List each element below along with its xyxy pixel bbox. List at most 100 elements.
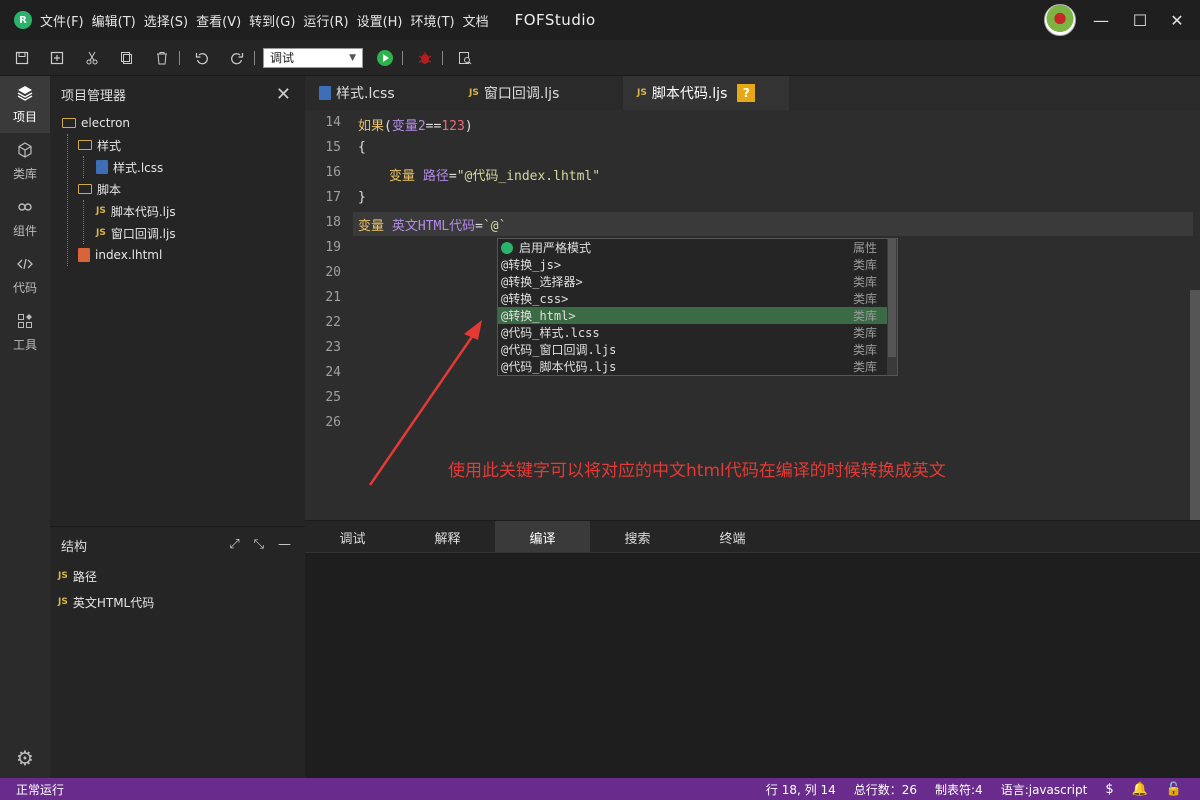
autocomplete-item[interactable]: @转换_选择器> 类库 [498,273,897,290]
tree-folder-style[interactable]: 样式 [50,134,305,156]
autocomplete-label: @转换_html> [501,309,576,323]
tree-label: 样式 [97,138,122,153]
help-badge[interactable]: ? [737,84,756,102]
js-file-icon: JS [96,206,106,216]
save-icon[interactable] [9,45,35,71]
run-config-select[interactable]: 调试 ▼ [263,47,363,68]
menu-docs[interactable]: 文档 [459,11,493,30]
structure-panel: 结构 ⤢ ⤡ — JS 路径 JS 英文HTML代码 [50,526,305,778]
autocomplete-kind: 类库 [852,326,877,340]
play-icon [377,49,393,66]
menu-run[interactable]: 运行(R) [299,11,352,30]
operator: = [448,169,457,184]
variable: 英文HTML代码 [391,219,476,234]
menu-select[interactable]: 选择(S) [140,11,192,30]
tree-file-window-callback-ljs[interactable]: JS 窗口回调.ljs [50,222,305,244]
structure-item-label: 路径 [72,569,97,584]
autocomplete-item-selected[interactable]: @转换_html> 类库 [498,307,897,324]
autocomplete-item[interactable]: @代码_脚本代码.ljs 类库 [498,358,897,375]
activity-library[interactable]: 类库 [0,133,50,190]
cut-icon[interactable] [79,45,105,71]
tab-size[interactable]: 制表符:4 [935,781,983,798]
structure-item[interactable]: JS 英文HTML代码 [50,589,305,615]
tree-folder-script[interactable]: 脚本 [50,178,305,200]
structure-item[interactable]: JS 路径 [50,563,305,589]
scrollbar-thumb[interactable] [888,239,896,357]
editor-scrollbar[interactable] [1190,290,1200,520]
tab-terminal[interactable]: 终端 [685,521,780,553]
close-button[interactable]: ✕ [1154,0,1200,40]
tab-debug[interactable]: 调试 [305,521,400,553]
autocomplete-scrollbar[interactable] [887,239,897,375]
activity-components[interactable]: 组件 [0,190,50,247]
menu-view[interactable]: 查看(V) [192,11,245,30]
debug-icon[interactable] [412,45,438,71]
close-icon[interactable]: ✕ [276,84,291,105]
tree-guide [67,134,68,266]
language-mode[interactable]: 语言:javascript [1001,781,1088,798]
run-button[interactable] [372,45,398,71]
cursor-position[interactable]: 行 18, 列 14 [766,781,836,798]
menu-goto[interactable]: 转到(G) [245,11,299,30]
bell-icon[interactable]: 🔔 [1132,782,1148,797]
folder-open-icon [78,140,92,150]
menu-settings[interactable]: 设置(H) [353,11,407,30]
structure-item-label: 英文HTML代码 [72,595,155,610]
gear-icon[interactable]: ⚙ [0,746,50,770]
js-file-icon: JS [58,571,68,581]
tab-style-lcss[interactable]: 样式.lcss [305,76,455,110]
menu-edit[interactable]: 编辑(T) [88,11,140,30]
undo-icon[interactable] [189,45,215,71]
tab-compile[interactable]: 编译 [495,521,590,553]
activity-code[interactable]: 代码 [0,247,50,304]
keyword: 变量 [358,219,385,234]
line-number: 25 [325,390,341,405]
lcss-file-icon [319,86,331,100]
activity-tools[interactable]: 工具 [0,304,50,361]
autocomplete-item[interactable]: @代码_窗口回调.ljs 类库 [498,341,897,358]
lock-icon[interactable]: 🔓 [1166,782,1182,797]
collapse-icon[interactable]: ⤡ [254,537,264,552]
code-icon [17,256,33,275]
dollar-icon[interactable]: $ [1105,782,1113,797]
copy-icon[interactable] [114,45,140,71]
find-file-icon[interactable] [452,45,478,71]
run-status: 正常运行 [16,782,65,797]
expand-icon[interactable]: ⤢ [229,537,239,552]
tree-file-style-lcss[interactable]: 样式.lcss [50,156,305,178]
activity-bar: 项目 类库 组件 代码 工具 ⚙ [0,76,50,778]
autocomplete-item[interactable]: @代码_样式.lcss 类库 [498,324,897,341]
toolbar-divider [179,50,180,65]
autocomplete-kind: 类库 [852,343,877,357]
tree-label: 脚本代码.ljs [110,204,176,219]
tab-script-code[interactable]: JS 脚本代码.ljs ? [623,76,789,110]
activity-project[interactable]: 项目 [0,76,50,133]
tab-search[interactable]: 搜索 [590,521,685,553]
project-explorer: 项目管理器 ✕ electron 样式 样式.lcss 脚本 JS 脚本代码.l… [50,76,305,526]
redo-icon[interactable] [224,45,250,71]
menu-environment[interactable]: 环境(T) [407,11,459,30]
line-number: 17 [325,190,341,205]
autocomplete-item[interactable]: @转换_css> 类库 [498,290,897,307]
autocomplete-item[interactable]: @转换_js> 类库 [498,256,897,273]
tree-folder-electron[interactable]: electron [50,112,305,134]
lcss-file-icon [96,160,108,174]
js-file-icon: JS [637,88,647,98]
tools-icon [17,313,33,332]
line-gutter: 14 15 16 17 18 19 20 21 22 23 24 25 26 [305,110,353,520]
tab-label: 窗口回调.ljs [483,86,560,102]
avatar[interactable] [1044,4,1076,36]
delete-icon[interactable] [149,45,175,71]
new-file-icon[interactable] [44,45,70,71]
tree-file-script-ljs[interactable]: JS 脚本代码.ljs [50,200,305,222]
autocomplete-kind: 类库 [852,309,877,323]
tab-interpret[interactable]: 解释 [400,521,495,553]
autocomplete-item[interactable]: 启用严格模式 属性 [498,239,897,256]
menu-file[interactable]: 文件(F) [36,11,88,30]
tree-file-index-lhtml[interactable]: index.lhtml [50,244,305,266]
minimize-icon[interactable]: — [278,537,291,552]
variable: 变量2 [391,119,426,134]
annotation-text: 使用此关键字可以将对应的中文html代码在编译的时候转换成英文 [448,461,946,481]
explorer-header: 项目管理器 ✕ [50,76,305,112]
tab-window-callback[interactable]: JS 窗口回调.ljs [455,76,623,110]
